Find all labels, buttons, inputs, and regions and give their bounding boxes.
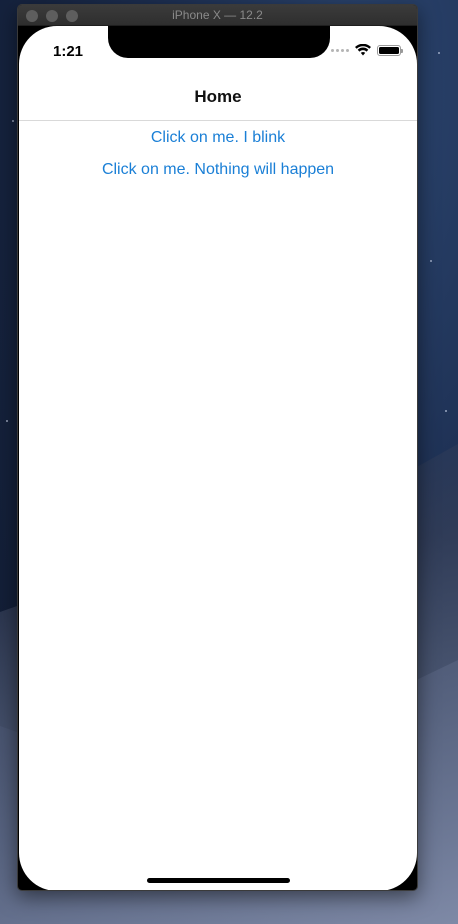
page-title: Home [194,87,242,106]
status-icons [331,44,403,56]
star [12,120,14,122]
notch [108,26,330,58]
star [6,420,8,422]
star [430,260,432,262]
phone-screen: 1:21 Home Click on me. I blink Click on … [19,26,417,890]
navigation-bar: Home [19,76,417,121]
star [438,52,440,54]
wifi-icon [355,44,371,56]
window-titlebar: iPhone X — 12.2 [18,5,417,26]
simulator-window: iPhone X — 12.2 1:21 Home Click on me. I… [17,4,418,891]
blink-button[interactable]: Click on me. I blink [19,129,417,147]
signal-icon [331,48,349,52]
star [445,410,447,412]
nothing-button[interactable]: Click on me. Nothing will happen [19,161,417,179]
window-title: iPhone X — 12.2 [172,8,263,22]
status-time: 1:21 [53,43,84,60]
home-indicator[interactable] [147,878,290,883]
battery-icon [377,44,403,56]
